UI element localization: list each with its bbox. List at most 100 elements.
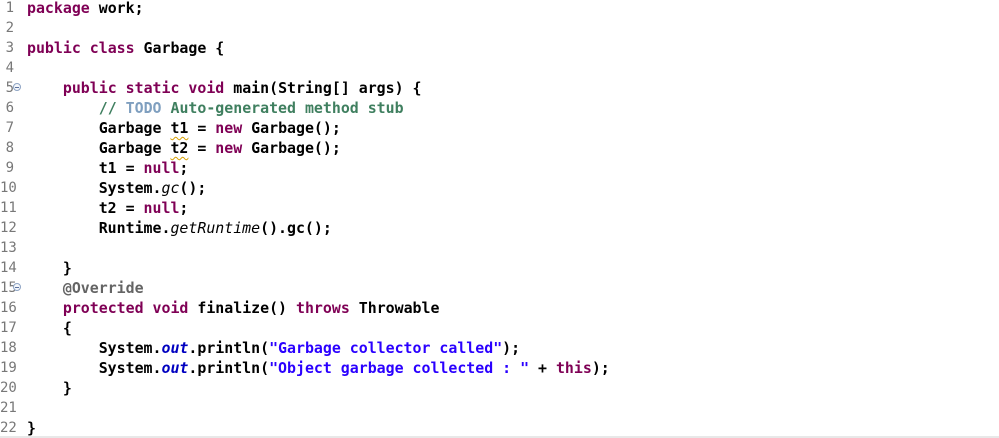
code-line[interactable]: 3 public class Garbage { [0,38,999,58]
code-text: System.out.println("Object garbage colle… [27,358,610,378]
code-line[interactable]: 2 [0,18,999,38]
code-line[interactable]: 21 [0,398,999,418]
line-number: 20 [0,380,17,396]
code-token: Runtime. [27,219,171,237]
code-text: Garbage t1 = new Garbage(); [27,118,341,138]
code-line[interactable]: 4 [0,58,999,78]
line-number: 4 [5,60,14,76]
code-token: } [27,379,72,397]
code-line[interactable]: 15 @Override [0,278,999,298]
code-line[interactable]: 5 public static void main(String[] args)… [0,78,999,98]
code-token: ); [591,359,610,377]
code-line[interactable]: 1 package work; [0,0,999,18]
code-token: + [529,359,556,377]
code-line[interactable]: 13 [0,238,999,258]
code-token: public [62,79,117,97]
code-token: Garbage { [134,39,225,57]
code-text: { [27,318,72,338]
code-token: .println( [188,339,270,357]
line-number: 17 [0,320,17,336]
code-token: class [89,39,135,57]
line-number: 18 [0,340,17,356]
code-token: "Object garbage collected : " [269,359,530,377]
code-line[interactable]: 12 Runtime.getRuntime().gc(); [0,218,999,238]
line-number: 2 [5,20,14,36]
code-text: t2 = null; [27,198,189,218]
code-token: Garbage(); [242,119,341,137]
code-token: new [215,139,243,157]
code-line[interactable]: 19 System.out.println("Object garbage co… [0,358,999,378]
code-token: .println( [188,359,270,377]
code-token: System. [27,179,162,197]
line-number: 13 [0,240,17,256]
code-line[interactable]: 18 System.out.println("Garbage collector… [0,338,999,358]
code-token: (); [179,179,207,197]
code-token: getRuntime [170,219,261,237]
code-line[interactable]: 9 t1 = null; [0,158,999,178]
code-token: new [215,119,243,137]
code-token: @Override [62,279,144,297]
line-number: 7 [5,120,14,136]
code-token: } [27,419,36,437]
code-token: void [152,299,189,317]
code-token: Garbage [27,119,171,137]
code-line[interactable]: 22} [0,418,999,438]
code-token: public [27,39,81,57]
code-token: this [555,359,592,377]
code-token: Auto-generated method stub [161,99,404,117]
line-number: 10 [0,180,17,196]
code-token: void [188,79,225,97]
line-number: 22 [0,420,17,436]
code-token: ; [179,159,189,177]
code-text: @Override [27,278,144,298]
code-line[interactable]: 20 } [0,378,999,398]
code-line[interactable]: 17 { [0,318,999,338]
code-line[interactable]: 7 Garbage t1 = new Garbage(); [0,118,999,138]
code-token: finalize() [188,299,296,317]
code-token: ); [502,339,521,357]
line-number: 19 [0,360,17,376]
code-line[interactable]: 14 } [0,258,999,278]
code-token: work; [89,0,144,17]
code-token: Garbage(); [242,139,341,157]
code-text: } [27,258,72,278]
code-token: Throwable [349,299,440,317]
line-number: 5 [5,80,14,96]
line-number: 14 [0,260,17,276]
code-text: public static void main(String[] args) { [27,78,422,98]
code-text: t1 = null; [27,158,189,178]
code-token: t1 = [27,159,144,177]
line-number: 12 [0,220,17,236]
code-line[interactable]: 6 // TODO Auto-generated method stub [0,98,999,118]
code-token: { [27,319,72,337]
code-line[interactable]: 11 t2 = null; [0,198,999,218]
line-number: 15 [0,280,17,296]
line-number: 9 [5,160,14,176]
code-token: main(String[] args) { [224,79,422,97]
code-token: package [27,0,90,17]
code-line[interactable]: 10 System.gc(); [0,178,999,198]
line-number: 11 [0,200,17,216]
code-token: gc [161,179,180,197]
code-token: Garbage [27,139,171,157]
fold-collapse-icon[interactable] [13,83,21,91]
code-token: = [188,139,216,157]
code-token: "Garbage collector called" [269,339,503,357]
code-text: System.gc(); [27,178,207,198]
code-token: throws [296,299,350,317]
code-line[interactable]: 16 protected void finalize() throws Thro… [0,298,999,318]
code-text: // TODO Auto-generated method stub [27,98,404,118]
code-token: t2 = [27,199,144,217]
code-line[interactable]: 8 Garbage t2 = new Garbage(); [0,138,999,158]
fold-collapse-icon[interactable] [13,283,21,291]
code-token: null [143,199,180,217]
code-editor[interactable]: 1 package work; 2 3 public class Garbage { 4 5… [0,0,999,438]
code-text: public class Garbage { [27,38,224,58]
code-token: System. [27,339,162,357]
code-token: // [98,99,126,117]
